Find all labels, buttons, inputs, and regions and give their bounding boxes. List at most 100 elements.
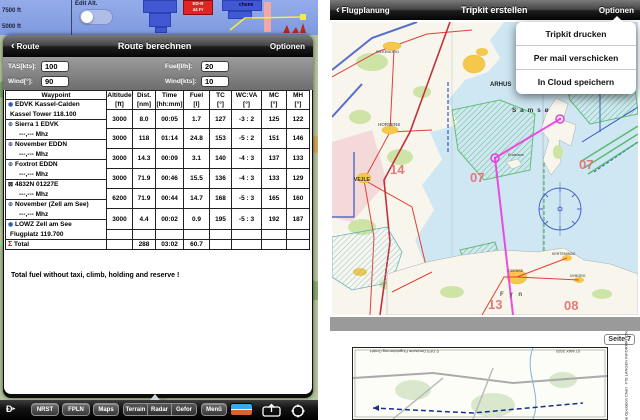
- fpln-button[interactable]: FPLN: [62, 403, 90, 416]
- back-button-label: Route: [17, 42, 40, 51]
- leg-value: 187: [287, 209, 310, 230]
- wind-dir-label: Wind[°]:: [8, 78, 33, 85]
- fuel-note: Total fuel without taxi, climb, holding …: [11, 272, 179, 279]
- chart-title-en: Visual Operation Chart: [624, 387, 629, 420]
- leg-value: 151: [262, 129, 287, 149]
- tripkit-chart-page[interactable]: Seite 7 07 MAY 2020 © DFS Deutsche Flugs…: [330, 331, 640, 420]
- chart-title-rotated: Sichtflugkarte · Visual Operation Chart …: [624, 316, 629, 420]
- leg-value: 118: [133, 129, 156, 149]
- fuel-label: Fuel[l/h]:: [165, 63, 192, 70]
- share-icon[interactable]: [261, 403, 283, 417]
- map-label-samso: S a m s ø: [512, 107, 550, 114]
- leg-value: 00:05: [156, 110, 184, 129]
- map-label-vejle: VEJLE: [354, 177, 371, 183]
- gefor-button[interactable]: Gefor: [172, 404, 196, 415]
- menu-item-save-cloud[interactable]: In Cloud speichern: [516, 70, 636, 94]
- tas-input[interactable]: 100: [41, 61, 69, 72]
- column-header-altitude: Altitude[ft]: [107, 91, 133, 110]
- tas-label: TAS[kts]:: [8, 63, 36, 70]
- leg-value: 14.3: [133, 149, 156, 169]
- sector-number: 13: [488, 297, 502, 312]
- nrst-button[interactable]: NRST: [31, 403, 59, 416]
- leg-value: 165: [262, 189, 287, 209]
- radar-button[interactable]: Radar: [148, 404, 172, 415]
- bottom-toolbar: Đ ► NRST FPLN Maps Terrain Radar Gefor M…: [0, 400, 318, 420]
- chart-header-rotated: 07 MAY 2020 © DFS Deutsche Flugsicherung…: [370, 349, 580, 354]
- fuel-input[interactable]: 20: [201, 61, 229, 72]
- column-header-mh: MH[°]: [287, 91, 310, 110]
- maps-button[interactable]: Maps: [93, 403, 119, 416]
- empty-cell: [232, 240, 262, 250]
- options-button[interactable]: Optionen: [270, 42, 305, 51]
- leg-value: 6200: [107, 189, 133, 209]
- crosshair-icon[interactable]: [291, 404, 305, 418]
- leg-value: 3.1: [184, 149, 210, 169]
- map-label-kerteminde: KERTEMINDE: [552, 252, 576, 256]
- sector-number: 08: [564, 298, 578, 313]
- leg-value: 140: [210, 149, 232, 169]
- column-header-mc: MC[°]: [262, 91, 287, 110]
- route-calc-panel: ‹ Route Route berechnen Optionen TAS[kts…: [3, 35, 313, 398]
- leg-value: -4 : 3: [232, 149, 262, 169]
- leg-value: 133: [262, 169, 287, 189]
- terrain-button[interactable]: Terrain: [124, 404, 148, 415]
- options-button[interactable]: Optionen: [599, 6, 634, 15]
- leg-value: 136: [210, 169, 232, 189]
- back-button-flugplanung[interactable]: ‹ Flugplanung: [336, 6, 390, 15]
- attitude-indicator-icon[interactable]: [230, 403, 253, 416]
- waypoint-cell: ⊠4832N 01227E ---,--- Mhz: [6, 180, 107, 200]
- leg-value: 14.7: [184, 189, 210, 209]
- sector-number: 07: [470, 170, 484, 185]
- profile-route-line: [0, 0, 318, 35]
- total-row-label: Σ Total: [6, 240, 107, 250]
- empty-cell: [262, 240, 287, 250]
- menu-button[interactable]: Menü: [201, 403, 227, 416]
- leg-value: 122: [287, 110, 310, 129]
- route-table: Waypoint Altitude[ft] Dist.[nm] Time[hh:…: [5, 90, 310, 250]
- chart-copyright: © DFS Deutsche Flugsicherung GmbH: [370, 349, 439, 354]
- back-button-label: Flugplanung: [342, 6, 390, 15]
- waypoint-cell: ⊕Sierra 1 EDVK ---,--- Mhz: [6, 120, 107, 140]
- column-header-dist: Dist.[nm]: [133, 91, 156, 110]
- column-header-time: Time[hh:mm]: [156, 91, 184, 110]
- menu-item-send-mail[interactable]: Per mail verschicken: [516, 46, 636, 70]
- direct-to-button[interactable]: Đ ►: [6, 404, 16, 414]
- chart-date: 07 MAY 2020: [556, 349, 580, 354]
- map-label-odense: ODENSE: [508, 269, 524, 273]
- leg-value: 146: [287, 129, 310, 149]
- leg-value: 71.9: [133, 189, 156, 209]
- leg-value: 3000: [107, 129, 133, 149]
- waypoint-cell: ⊕Foxtrot EDDN ---,--- Mhz: [6, 160, 107, 180]
- total-fuel: 60.7: [184, 240, 210, 250]
- page-title: Route berechnen: [39, 41, 270, 51]
- leg-value: 8.0: [133, 110, 156, 129]
- column-header-fuel: Fuel[l]: [184, 91, 210, 110]
- leg-value: 153: [210, 129, 232, 149]
- menu-item-print-tripkit[interactable]: Tripkit drucken: [516, 22, 636, 46]
- panel-header: ‹ Route Route berechnen Optionen: [3, 35, 313, 57]
- leg-value: 24.8: [184, 129, 210, 149]
- map-label-silkeborg: SILKEBORG: [376, 49, 399, 54]
- chevron-left-icon: ‹: [11, 42, 15, 50]
- wind-spd-input[interactable]: 10: [201, 76, 229, 87]
- chart-fis: FIS LANGEN INFORMATION: [624, 331, 629, 384]
- leg-value: 125: [262, 110, 287, 129]
- layer-segmented-control: Terrain Radar Gefor: [123, 403, 197, 416]
- empty-cell: [210, 230, 232, 240]
- leg-value: 01:14: [156, 129, 184, 149]
- column-header-wcva: WC:VA[°]: [232, 91, 262, 110]
- altitude-profile-strip: 7500 ft 5000 ft Edit Alt. ED-R 44 Fr che…: [0, 0, 318, 35]
- empty-cell: [210, 240, 232, 250]
- screenshot-stage: 7500 ft 5000 ft Edit Alt. ED-R 44 Fr che…: [0, 0, 640, 420]
- leg-value: 1.7: [184, 110, 210, 129]
- total-dist: 288: [133, 240, 156, 250]
- airport-icon: ◉: [8, 101, 15, 110]
- leg-value: 195: [210, 209, 232, 230]
- sector-number: 14: [390, 162, 405, 177]
- back-button-route[interactable]: ‹ Route: [11, 42, 39, 51]
- waypoint-cell: ◉LOWZ Zell am See Flugplatz 119.700: [6, 220, 107, 240]
- page-title: Tripkit erstellen: [390, 5, 599, 15]
- route-calc-screen: 7500 ft 5000 ft Edit Alt. ED-R 44 Fr che…: [0, 0, 318, 420]
- wind-dir-input[interactable]: 90: [41, 76, 69, 87]
- leg-value: 00:09: [156, 149, 184, 169]
